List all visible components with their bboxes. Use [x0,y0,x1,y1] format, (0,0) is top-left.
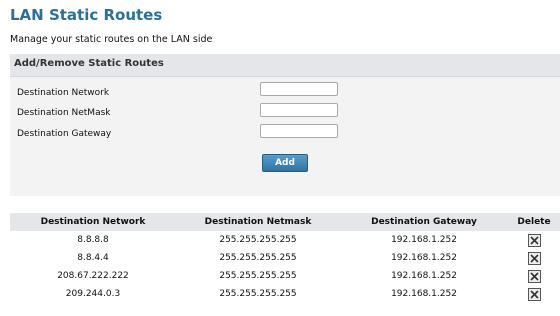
row-netmask: 255.255.255.255 [219,235,297,245]
row-network: 8.8.8.8 [77,235,109,245]
table-row: 8.8.8.8 255.255.255.255 192.168.1.252 [10,231,560,249]
destination-netmask-label: Destination NetMask [17,108,111,118]
close-icon [530,254,539,263]
destination-netmask-input[interactable] [260,103,338,117]
page-subtitle: Manage your static routes on the LAN sid… [10,34,213,45]
destination-network-input[interactable] [260,82,338,96]
close-icon [530,236,539,245]
table-row: 209.244.0.3 255.255.255.255 192.168.1.25… [10,285,560,303]
column-header-netmask: Destination Netmask [204,217,312,227]
destination-gateway-label: Destination Gateway [17,129,112,139]
delete-button[interactable] [528,234,541,247]
column-header-delete: Delete [517,217,551,227]
row-gateway: 192.168.1.252 [391,253,457,263]
column-header-gateway: Destination Gateway [371,217,477,227]
delete-button[interactable] [528,252,541,265]
row-netmask: 255.255.255.255 [219,271,297,281]
row-gateway: 192.168.1.252 [391,271,457,281]
panel-header: Add/Remove Static Routes [10,54,560,77]
row-gateway: 192.168.1.252 [391,235,457,245]
panel-title: Add/Remove Static Routes [14,58,164,69]
table-row: 8.8.4.4 255.255.255.255 192.168.1.252 [10,249,560,267]
destination-gateway-input[interactable] [260,124,338,138]
row-network: 209.244.0.3 [65,289,121,299]
row-gateway: 192.168.1.252 [391,289,457,299]
add-button[interactable]: Add [262,154,308,172]
row-netmask: 255.255.255.255 [219,253,297,263]
routes-table: Destination Network Destination Netmask … [10,213,560,303]
delete-button[interactable] [528,288,541,301]
row-network: 8.8.4.4 [77,253,109,263]
row-netmask: 255.255.255.255 [219,289,297,299]
table-header: Destination Network Destination Netmask … [10,213,560,231]
close-icon [530,290,539,299]
column-header-network: Destination Network [40,217,146,227]
page-title: LAN Static Routes [10,6,163,24]
row-network: 208.67.222.222 [57,271,129,281]
add-remove-panel: Add/Remove Static Routes Destination Net… [10,54,560,196]
close-icon [530,272,539,281]
table-row: 208.67.222.222 255.255.255.255 192.168.1… [10,267,560,285]
delete-button[interactable] [528,270,541,283]
destination-network-label: Destination Network [17,88,110,98]
